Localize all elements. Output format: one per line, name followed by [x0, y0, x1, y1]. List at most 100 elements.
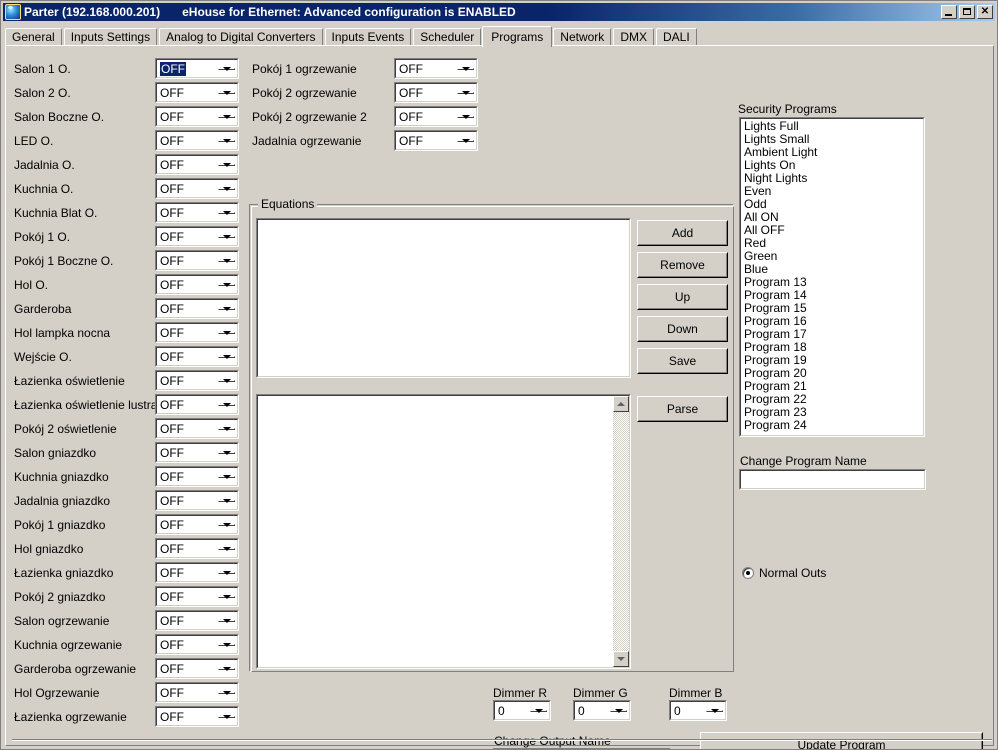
chevron-down-icon[interactable]: [706, 708, 723, 713]
output-select[interactable]: OFF: [155, 370, 239, 391]
output-select[interactable]: OFF: [155, 130, 239, 151]
remove-button[interactable]: Remove: [637, 252, 728, 278]
chevron-down-icon[interactable]: [218, 234, 235, 239]
tab-general[interactable]: General: [5, 28, 62, 46]
tab-programs[interactable]: Programs: [482, 26, 553, 47]
minimize-button[interactable]: [941, 5, 957, 19]
chevron-down-icon[interactable]: [218, 138, 235, 143]
output-select[interactable]: OFF: [155, 322, 239, 343]
output-select[interactable]: OFF: [155, 58, 239, 79]
output-select[interactable]: OFF: [155, 106, 239, 127]
output-select[interactable]: OFF: [155, 586, 239, 607]
equations-scrollbar[interactable]: [613, 396, 629, 667]
security-program-item[interactable]: Program 24: [743, 419, 923, 432]
chevron-down-icon[interactable]: [218, 714, 235, 719]
equations-text-value[interactable]: [258, 396, 629, 409]
chevron-down-icon[interactable]: [218, 450, 235, 455]
output-select[interactable]: OFF: [155, 490, 239, 511]
security-program-item[interactable]: All OFF: [743, 224, 923, 237]
chevron-down-icon[interactable]: [218, 378, 235, 383]
output-select[interactable]: OFF: [155, 658, 239, 679]
tab-inputs-settings[interactable]: Inputs Settings: [63, 28, 158, 46]
chevron-down-icon[interactable]: [218, 186, 235, 191]
chevron-down-icon[interactable]: [218, 474, 235, 479]
chevron-down-icon[interactable]: [218, 570, 235, 575]
output-select[interactable]: OFF: [155, 442, 239, 463]
output-select[interactable]: OFF: [155, 274, 239, 295]
output-select[interactable]: OFF: [155, 418, 239, 439]
chevron-down-icon[interactable]: [218, 90, 235, 95]
output-select[interactable]: OFF: [394, 130, 478, 151]
tab-dmx[interactable]: DMX: [613, 28, 654, 46]
output-select[interactable]: OFF: [155, 154, 239, 175]
dimmer-select[interactable]: 0: [573, 700, 631, 721]
chevron-down-icon[interactable]: [457, 90, 474, 95]
tab-scheduler[interactable]: Scheduler: [413, 28, 482, 46]
dimmer-select[interactable]: 0: [493, 700, 551, 721]
output-select[interactable]: OFF: [155, 514, 239, 535]
chevron-down-icon[interactable]: [218, 354, 235, 359]
output-select[interactable]: OFF: [394, 82, 478, 103]
save-button[interactable]: Save: [637, 348, 728, 374]
parse-button[interactable]: Parse: [637, 396, 728, 422]
chevron-down-icon[interactable]: [218, 210, 235, 215]
chevron-down-icon[interactable]: [218, 258, 235, 263]
chevron-down-icon[interactable]: [457, 66, 474, 71]
chevron-down-icon[interactable]: [530, 708, 547, 713]
output-select[interactable]: OFF: [155, 226, 239, 247]
equations-list[interactable]: [256, 218, 631, 378]
output-select[interactable]: OFF: [155, 538, 239, 559]
add-button[interactable]: Add: [637, 220, 728, 246]
chevron-down-icon[interactable]: [218, 282, 235, 287]
output-select[interactable]: OFF: [155, 202, 239, 223]
chevron-down-icon[interactable]: [218, 426, 235, 431]
close-button[interactable]: ✕: [977, 5, 993, 19]
output-select[interactable]: OFF: [155, 178, 239, 199]
up-button[interactable]: Up: [637, 284, 728, 310]
security-program-item[interactable]: Even: [743, 185, 923, 198]
normal-outs-radio[interactable]: Normal Outs: [742, 566, 826, 580]
chevron-down-icon[interactable]: [457, 138, 474, 143]
chevron-down-icon[interactable]: [218, 594, 235, 599]
output-select[interactable]: OFF: [155, 466, 239, 487]
output-select[interactable]: OFF: [155, 82, 239, 103]
chevron-down-icon[interactable]: [218, 522, 235, 527]
chevron-down-icon[interactable]: [218, 114, 235, 119]
security-program-item[interactable]: Green: [743, 250, 923, 263]
output-select[interactable]: OFF: [155, 394, 239, 415]
tab-inputs-events[interactable]: Inputs Events: [324, 28, 412, 46]
update-program-button[interactable]: Update Program: [700, 732, 983, 749]
chevron-down-icon[interactable]: [457, 114, 474, 119]
scroll-down-icon[interactable]: [613, 651, 629, 667]
chevron-down-icon[interactable]: [218, 306, 235, 311]
chevron-down-icon[interactable]: [218, 666, 235, 671]
output-select[interactable]: OFF: [155, 250, 239, 271]
output-select[interactable]: OFF: [155, 682, 239, 703]
output-select[interactable]: OFF: [155, 610, 239, 631]
chevron-down-icon[interactable]: [218, 330, 235, 335]
chevron-down-icon[interactable]: [218, 498, 235, 503]
dimmer-select[interactable]: 0: [669, 700, 727, 721]
output-select[interactable]: OFF: [155, 298, 239, 319]
tab-analog-to-digital-converters[interactable]: Analog to Digital Converters: [159, 28, 323, 46]
tab-network[interactable]: Network: [553, 28, 612, 46]
chevron-down-icon[interactable]: [610, 708, 627, 713]
maximize-button[interactable]: [959, 5, 975, 19]
down-button[interactable]: Down: [637, 316, 728, 342]
output-select[interactable]: OFF: [394, 58, 478, 79]
tab-dali[interactable]: DALI: [655, 28, 697, 46]
chevron-down-icon[interactable]: [218, 690, 235, 695]
chevron-down-icon[interactable]: [218, 618, 235, 623]
chevron-down-icon[interactable]: [218, 642, 235, 647]
output-select[interactable]: OFF: [394, 106, 478, 127]
output-select[interactable]: OFF: [155, 634, 239, 655]
change-program-name-input[interactable]: [739, 469, 926, 490]
chevron-down-icon[interactable]: [218, 402, 235, 407]
scroll-up-icon[interactable]: [613, 396, 629, 412]
equations-text-area[interactable]: [256, 394, 631, 669]
output-select[interactable]: OFF: [155, 562, 239, 583]
chevron-down-icon[interactable]: [218, 546, 235, 551]
security-programs-list[interactable]: Lights Full Lights Small Ambient Light Ligh…: [739, 117, 925, 437]
output-select[interactable]: OFF: [155, 706, 239, 727]
chevron-down-icon[interactable]: [218, 162, 235, 167]
